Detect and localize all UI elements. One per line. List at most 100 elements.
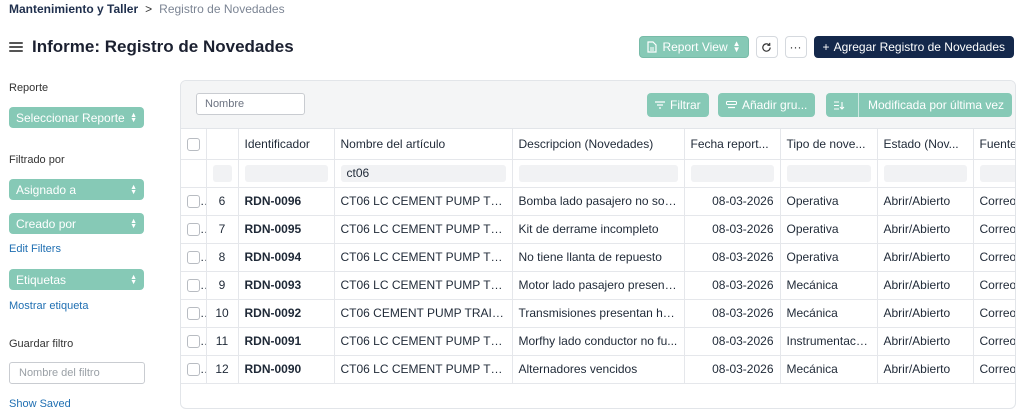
row-source[interactable]: Correo bbox=[973, 243, 1015, 272]
row-item-name[interactable]: CT06 LC CEMENT PUMP TRAI... bbox=[334, 327, 513, 356]
id-filter-input[interactable] bbox=[244, 164, 328, 182]
row-checkbox-cell[interactable] bbox=[181, 187, 207, 216]
row-description[interactable]: Transmisiones presentan hu... bbox=[512, 299, 685, 328]
row-type[interactable]: Mecánica bbox=[780, 355, 878, 384]
row-source[interactable]: Correo bbox=[973, 187, 1015, 216]
row-item-name[interactable]: CT06 LC CEMENT PUMP TRAI... bbox=[334, 187, 513, 216]
row-state[interactable]: Abrir/Abierto bbox=[877, 215, 974, 244]
row-state[interactable]: Abrir/Abierto bbox=[877, 299, 974, 328]
row-description[interactable]: Bomba lado pasajero no sost... bbox=[512, 187, 685, 216]
row-item-name[interactable]: CT06 LC CEMENT PUMP TRAI... bbox=[334, 271, 513, 300]
show-saved-link[interactable]: Show Saved bbox=[9, 398, 71, 409]
row-checkbox[interactable] bbox=[187, 223, 200, 237]
table-row[interactable]: 11 RDN-0091 CT06 LC CEMENT PUMP TRAI... … bbox=[181, 327, 1015, 356]
row-state[interactable]: Abrir/Abierto bbox=[877, 243, 974, 272]
row-state[interactable]: Abrir/Abierto bbox=[877, 327, 974, 356]
row-description[interactable]: No tiene llanta de repuesto bbox=[512, 243, 685, 272]
select-all-checkbox[interactable] bbox=[187, 137, 200, 151]
row-checkbox-cell[interactable] bbox=[181, 327, 207, 356]
row-source[interactable]: Correo bbox=[973, 271, 1015, 300]
select-all-cell[interactable] bbox=[181, 129, 207, 160]
row-source[interactable]: Correo bbox=[973, 355, 1015, 384]
row-source[interactable]: Correo bbox=[973, 215, 1015, 244]
table-row[interactable]: 9 RDN-0093 CT06 LC CEMENT PUMP TRAI... M… bbox=[181, 271, 1015, 300]
column-header-report-date[interactable]: Fecha report... bbox=[684, 129, 781, 160]
report-view-button[interactable]: Report View ▲ ▼ bbox=[639, 36, 749, 58]
description-filter-input[interactable] bbox=[518, 164, 678, 182]
type-filter-input[interactable] bbox=[786, 164, 871, 182]
row-type[interactable]: Mecánica bbox=[780, 271, 878, 300]
created-by-dropdown[interactable]: Creado por ▲ ▼ bbox=[9, 213, 144, 234]
more-options-button[interactable]: ··· bbox=[784, 36, 807, 58]
row-id[interactable]: RDN-0090 bbox=[238, 355, 335, 384]
row-type[interactable]: Operativa bbox=[780, 187, 878, 216]
row-description[interactable]: Kit de derrame incompleto bbox=[512, 215, 685, 244]
table-row[interactable]: 8 RDN-0094 CT06 LC CEMENT PUMP TRAI... N… bbox=[181, 243, 1015, 272]
column-header-description[interactable]: Descripcion (Novedades) bbox=[512, 129, 685, 160]
filter-name-input[interactable]: Nombre del filtro bbox=[9, 362, 145, 384]
edit-filters-link[interactable]: Edit Filters bbox=[9, 243, 61, 255]
state-filter-input[interactable] bbox=[883, 164, 967, 182]
row-state[interactable]: Abrir/Abierto bbox=[877, 271, 974, 300]
row-state[interactable]: Abrir/Abierto bbox=[877, 355, 974, 384]
tags-dropdown[interactable]: Etiquetas ▲ ▼ bbox=[9, 269, 144, 290]
row-id[interactable]: RDN-0096 bbox=[238, 187, 335, 216]
item-name-filter-input[interactable]: ct06 bbox=[340, 164, 506, 182]
table-row[interactable]: 6 RDN-0096 CT06 LC CEMENT PUMP TRAI... B… bbox=[181, 187, 1015, 216]
row-source[interactable]: Correo bbox=[973, 299, 1015, 328]
row-checkbox[interactable] bbox=[187, 279, 200, 293]
row-date[interactable]: 08-03-2026 bbox=[684, 215, 781, 244]
row-item-name[interactable]: CT06 LC CEMENT PUMP TRAI... bbox=[334, 355, 513, 384]
row-checkbox[interactable] bbox=[187, 307, 200, 321]
row-id[interactable]: RDN-0092 bbox=[238, 299, 335, 328]
table-row[interactable]: 7 RDN-0095 CT06 LC CEMENT PUMP TRAI... K… bbox=[181, 215, 1015, 244]
column-header-id[interactable]: Identificador bbox=[238, 129, 335, 160]
add-group-button[interactable]: Añadir gru... bbox=[718, 93, 816, 117]
row-checkbox-cell[interactable] bbox=[181, 299, 207, 328]
refresh-button[interactable] bbox=[755, 36, 778, 58]
add-record-button[interactable]: + Agregar Registro de Novedades bbox=[813, 36, 1014, 58]
column-header-state[interactable]: Estado (Nov... bbox=[877, 129, 974, 160]
row-checkbox-cell[interactable] bbox=[181, 271, 207, 300]
row-checkbox-cell[interactable] bbox=[181, 243, 207, 272]
table-row[interactable]: 10 RDN-0092 CT06 CEMENT PUMP TRAILER Tra… bbox=[181, 299, 1015, 328]
row-description[interactable]: Motor lado pasajero present... bbox=[512, 271, 685, 300]
breadcrumb-parent[interactable]: Mantenimiento y Taller bbox=[9, 2, 138, 16]
name-search-input[interactable]: Nombre bbox=[196, 93, 305, 115]
row-checkbox[interactable] bbox=[187, 195, 200, 209]
show-tag-link[interactable]: Mostrar etiqueta bbox=[9, 300, 88, 312]
row-checkbox[interactable] bbox=[187, 363, 200, 377]
row-id[interactable]: RDN-0093 bbox=[238, 271, 335, 300]
row-type[interactable]: Mecánica bbox=[780, 299, 878, 328]
row-item-name[interactable]: CT06 CEMENT PUMP TRAILER bbox=[334, 299, 513, 328]
row-date[interactable]: 08-03-2026 bbox=[684, 355, 781, 384]
filter-button[interactable]: Filtrar bbox=[647, 93, 709, 117]
select-report-dropdown[interactable]: Seleccionar Reporte ▲ ▼ bbox=[9, 107, 144, 128]
row-item-name[interactable]: CT06 LC CEMENT PUMP TRAI... bbox=[334, 243, 513, 272]
row-date[interactable]: 08-03-2026 bbox=[684, 243, 781, 272]
row-date[interactable]: 08-03-2026 bbox=[684, 271, 781, 300]
sort-button[interactable]: Modificada por última vez bbox=[826, 93, 1013, 117]
row-type[interactable]: Operativa bbox=[780, 215, 878, 244]
row-id[interactable]: RDN-0095 bbox=[238, 215, 335, 244]
row-date[interactable]: 08-03-2026 bbox=[684, 299, 781, 328]
number-filter-input[interactable] bbox=[212, 164, 232, 182]
row-checkbox-cell[interactable] bbox=[181, 355, 207, 384]
assigned-to-dropdown[interactable]: Asignado a ▲ ▼ bbox=[9, 179, 144, 200]
row-id[interactable]: RDN-0091 bbox=[238, 327, 335, 356]
row-date[interactable]: 08-03-2026 bbox=[684, 327, 781, 356]
row-checkbox-cell[interactable] bbox=[181, 215, 207, 244]
date-filter-input[interactable] bbox=[690, 164, 774, 182]
column-header-source[interactable]: Fuente bbox=[973, 129, 1015, 160]
column-header-item-name[interactable]: Nombre del artículo bbox=[334, 129, 513, 160]
row-state[interactable]: Abrir/Abierto bbox=[877, 187, 974, 216]
row-item-name[interactable]: CT06 LC CEMENT PUMP TRAI... bbox=[334, 215, 513, 244]
row-source[interactable]: Correo bbox=[973, 327, 1015, 356]
row-checkbox[interactable] bbox=[187, 251, 200, 265]
row-id[interactable]: RDN-0094 bbox=[238, 243, 335, 272]
column-header-type[interactable]: Tipo de nove... bbox=[780, 129, 878, 160]
row-description[interactable]: Alternadores vencidos bbox=[512, 355, 685, 384]
row-checkbox[interactable] bbox=[187, 335, 200, 349]
table-row[interactable]: 12 RDN-0090 CT06 LC CEMENT PUMP TRAI... … bbox=[181, 355, 1015, 384]
row-type[interactable]: Instrumentación bbox=[780, 327, 878, 356]
